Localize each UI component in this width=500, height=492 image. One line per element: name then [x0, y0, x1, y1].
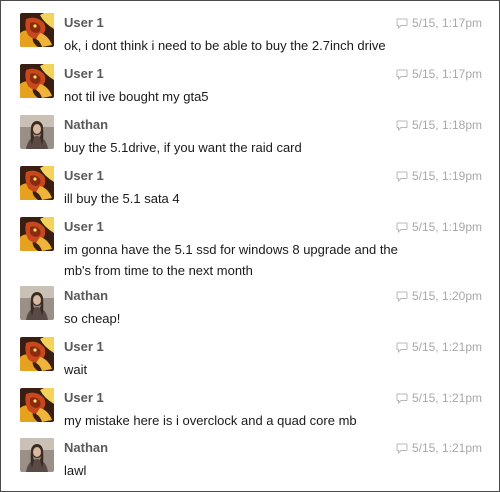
message-timestamp: 5/15, 1:21pm	[396, 339, 482, 355]
speech-bubble-icon[interactable]	[396, 222, 408, 233]
message-timestamp: 5/15, 1:17pm	[396, 66, 482, 82]
message-text: ok, i dont think i need to be able to bu…	[64, 38, 386, 53]
timestamp-text: 5/15, 1:19pm	[411, 169, 482, 183]
message-author[interactable]: User 1	[64, 66, 104, 82]
person-avatar[interactable]	[20, 115, 54, 149]
speech-bubble-icon[interactable]	[396, 393, 408, 404]
message-author[interactable]: Nathan	[64, 288, 108, 304]
speech-bubble-icon[interactable]	[396, 120, 408, 131]
timestamp-text: 5/15, 1:17pm	[411, 67, 482, 81]
speech-bubble-icon[interactable]	[396, 291, 408, 302]
message-author[interactable]: User 1	[64, 219, 104, 235]
message-text: not til ive bought my gta5	[64, 89, 209, 104]
speech-bubble-icon[interactable]	[396, 443, 408, 454]
message-text: buy the 5.1drive, if you want the raid c…	[64, 140, 302, 155]
message-author[interactable]: User 1	[64, 339, 104, 355]
message-author[interactable]: Nathan	[64, 117, 108, 133]
message-timestamp: 5/15, 1:19pm	[396, 168, 482, 184]
person-avatar[interactable]	[20, 286, 54, 320]
timestamp-text: 5/15, 1:21pm	[411, 441, 482, 455]
message-timestamp: 5/15, 1:19pm	[396, 219, 482, 235]
message-text: ill buy the 5.1 sata 4	[64, 191, 180, 206]
dragon-avatar[interactable]	[20, 337, 54, 371]
dragon-avatar[interactable]	[20, 217, 54, 251]
person-avatar[interactable]	[20, 438, 54, 472]
dragon-avatar[interactable]	[20, 64, 54, 98]
timestamp-text: 5/15, 1:18pm	[411, 118, 482, 132]
message-timestamp: 5/15, 1:18pm	[396, 117, 482, 133]
message-author[interactable]: User 1	[64, 15, 104, 31]
message-author[interactable]: User 1	[64, 168, 104, 184]
timestamp-text: 5/15, 1:21pm	[411, 340, 482, 354]
timestamp-text: 5/15, 1:20pm	[411, 289, 482, 303]
timestamp-text: 5/15, 1:17pm	[411, 16, 482, 30]
message-text: my mistake here is i overclock and a qua…	[64, 413, 357, 428]
message-text: so cheap!	[64, 311, 121, 326]
message-timestamp: 5/15, 1:20pm	[396, 288, 482, 304]
speech-bubble-icon[interactable]	[396, 342, 408, 353]
timestamp-text: 5/15, 1:19pm	[411, 220, 482, 234]
timestamp-text: 5/15, 1:21pm	[411, 391, 482, 405]
message-author[interactable]: Nathan	[64, 440, 108, 456]
message-text: wait	[64, 362, 88, 377]
speech-bubble-icon[interactable]	[396, 18, 408, 29]
message-timestamp: 5/15, 1:21pm	[396, 390, 482, 406]
message-timestamp: 5/15, 1:21pm	[396, 440, 482, 456]
chat-transcript: User 1 5/15, 1:17pm ok, i dont think i n…	[0, 0, 500, 492]
message-text: lawl	[64, 463, 87, 478]
message-text: im gonna have the 5.1 ssd for windows 8 …	[64, 242, 398, 278]
message-timestamp: 5/15, 1:17pm	[396, 15, 482, 31]
speech-bubble-icon[interactable]	[396, 69, 408, 80]
message-author[interactable]: User 1	[64, 390, 104, 406]
speech-bubble-icon[interactable]	[396, 171, 408, 182]
dragon-avatar[interactable]	[20, 13, 54, 47]
dragon-avatar[interactable]	[20, 388, 54, 422]
dragon-avatar[interactable]	[20, 166, 54, 200]
